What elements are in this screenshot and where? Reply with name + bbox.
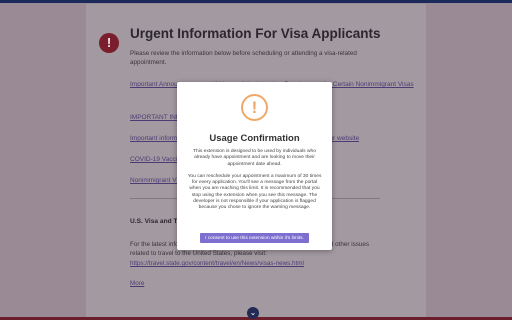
consent-button[interactable]: I consent to use this extension within i… (200, 233, 309, 243)
more-link[interactable]: More (130, 280, 144, 287)
travel-state-gov-link[interactable]: https://travel.state.gov/content/travel/… (130, 260, 304, 267)
modal-body: This extension is designed to be used by… (187, 149, 322, 218)
modal-title: Usage Confirmation (209, 133, 300, 144)
modal-paragraph-intended-use: This extension is designed to be used by… (193, 149, 316, 167)
alert-icon: ! (99, 33, 119, 53)
modal-paragraph-limits: You can reschedule your appointment a ma… (187, 173, 322, 211)
usage-confirmation-modal: ! Usage Confirmation This extension is d… (177, 82, 332, 250)
warning-icon: ! (241, 94, 268, 121)
page-title: Urgent Information For Visa Applicants (130, 26, 381, 41)
intro-text: Please review the information below befo… (130, 50, 357, 66)
top-nav-bar (0, 0, 512, 3)
chevron-down-icon[interactable]: ⌄ (247, 307, 259, 319)
